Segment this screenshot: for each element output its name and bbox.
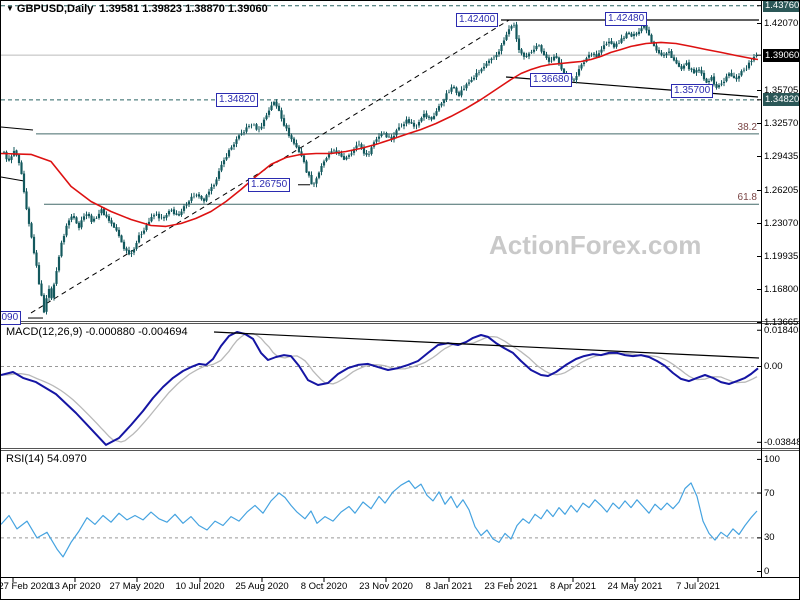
date-label: 24 May 2021 [607, 581, 663, 592]
date-label: 25 Aug 2020 [235, 581, 289, 592]
date-label: 23 Feb 2021 [484, 581, 538, 592]
rsi-axis-label-70: 70 [764, 487, 775, 499]
date-label: 27 May 2020 [109, 581, 165, 592]
date-label: 27 Feb 2020 [0, 581, 52, 592]
price-axis-label-1.39060: 1.39060 [763, 48, 799, 62]
price-axis-label-1.29435: 1.29435 [764, 151, 799, 162]
date-label: 13 Apr 2020 [49, 581, 101, 592]
macd-axis-label-0.00: 0.00 [764, 361, 783, 372]
date-label: 10 Jul 2020 [175, 581, 225, 592]
rsi-axis-label-0: 0 [764, 566, 770, 577]
price-axis-label-1.32570: 1.32570 [764, 118, 799, 129]
rsi-axis-label-100: 100 [764, 453, 780, 465]
macd-panel[interactable] [1, 324, 761, 448]
date-label: 8 Jan 2021 [425, 581, 473, 592]
date-label: 8 Apr 2021 [550, 581, 596, 592]
trading-chart-window: ActionForex.com ▼ GBPUSD,Daily 1.39581 1.… [0, 0, 800, 600]
rsi-axis-label-30: 30 [764, 532, 775, 544]
price-axis-label-1.19935: 1.19935 [764, 251, 799, 262]
price-panel[interactable] [1, 1, 761, 321]
rsi-panel[interactable] [1, 451, 761, 577]
price-axis-label-1.34820: 1.34820 [763, 93, 799, 107]
macd-axis-label--0.038483: -0.038483 [764, 436, 799, 448]
macd-axis-label-0.018403: 0.018403 [764, 324, 800, 336]
price-axis-label-1.42070: 1.42070 [764, 18, 799, 29]
date-label: 23 Nov 2020 [359, 581, 413, 592]
price-axis-label-1.23070: 1.23070 [764, 218, 799, 229]
date-label: 8 Oct 2020 [300, 581, 348, 592]
price-axis-label-1.43760: 1.43760 [763, 1, 799, 13]
price-axis-label-1.26205: 1.26205 [764, 185, 799, 196]
date-label: 7 Jul 2021 [676, 581, 720, 592]
price-axis-label-1.16800: 1.16800 [764, 284, 799, 295]
